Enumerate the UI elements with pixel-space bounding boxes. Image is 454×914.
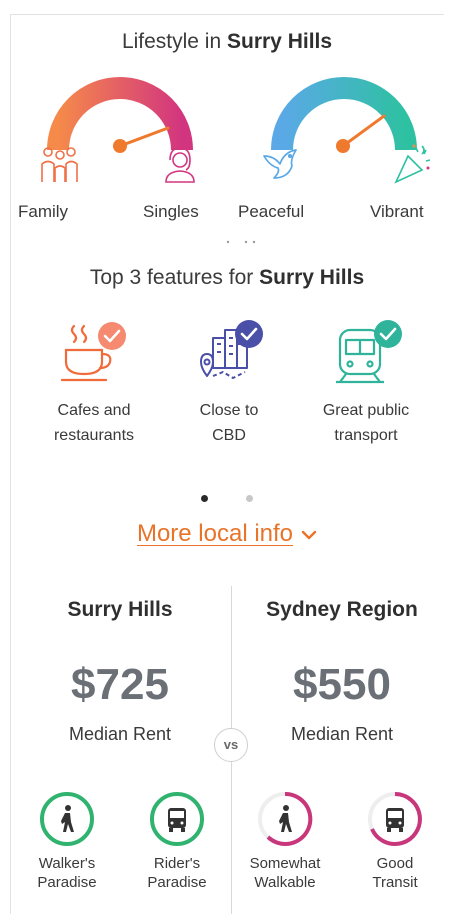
transit-score-right: Good Transit [350, 790, 440, 892]
pager-dot-active[interactable] [201, 495, 208, 502]
median-rent-label: Median Rent [68, 724, 172, 744]
median-rent-value: $550 [293, 660, 391, 709]
more-local-info-link[interactable]: More local info [0, 520, 454, 548]
family-icon [41, 147, 78, 182]
train-icon [336, 320, 402, 384]
walker-icon [40, 792, 94, 846]
walker-icon [258, 791, 313, 846]
city-map-icon [200, 320, 263, 379]
score-label: Walker's Paradise [37, 855, 97, 891]
gauge-needle-hub [113, 139, 127, 153]
gauge-right-label: Singles [143, 202, 199, 221]
score-ring [266, 791, 313, 846]
score-label: Good Transit [372, 855, 418, 891]
family-singles-gauge: Family Singles [18, 72, 218, 232]
bus-icon [368, 792, 422, 846]
score-label: Rider's Paradise [147, 855, 207, 891]
lifestyle-title: Lifestyle in Surry Hills [121, 30, 333, 53]
coffee-cup-icon [60, 322, 126, 382]
pager-dot[interactable] [246, 495, 253, 502]
vs-badge: vs [214, 728, 248, 762]
peaceful-vibrant-gauge: Peaceful Vibrant [238, 72, 440, 232]
gauge-left-label: Family [18, 202, 69, 221]
gauge-needle-hub [336, 139, 350, 153]
divider-dots [226, 240, 256, 244]
transit-score-left: Rider's Paradise [132, 790, 222, 892]
median-rent-value: $725 [71, 660, 169, 709]
surry-hills-column: Surry Hills $725 Median Rent [10, 598, 230, 745]
more-local-info-label: More local info [136, 520, 294, 547]
feature-label: Cafes and restaurants [53, 402, 135, 444]
party-popper-icon [394, 144, 431, 184]
region-name: Sydney Region [266, 598, 418, 621]
carousel-pager [0, 489, 454, 507]
feature-label: Close to CBD [199, 402, 259, 444]
single-person-icon [165, 147, 195, 183]
walk-score-right: Somewhat Walkable [240, 790, 330, 892]
feature-transport: Great public transport [296, 318, 436, 448]
median-rent-label: Median Rent [290, 724, 394, 744]
feature-label: Great public transport [322, 402, 410, 444]
walk-score-left: Walker's Paradise [22, 790, 112, 892]
gauge-right-label: Vibrant [370, 202, 424, 221]
suburb-name: Surry Hills [67, 598, 173, 621]
sydney-region-column: Sydney Region $550 Median Rent [232, 598, 452, 745]
dove-icon [263, 149, 297, 179]
gauge-left-label: Peaceful [238, 202, 305, 221]
feature-cbd: Close to CBD [159, 318, 299, 448]
bus-icon [150, 792, 204, 846]
score-label: Somewhat Walkable [249, 855, 321, 891]
chevron-down-icon [301, 530, 317, 539]
gauge-needle [341, 114, 386, 148]
feature-cafes: Cafes and restaurants [24, 318, 164, 448]
features-title: Top 3 features for Surry Hills [89, 266, 365, 289]
